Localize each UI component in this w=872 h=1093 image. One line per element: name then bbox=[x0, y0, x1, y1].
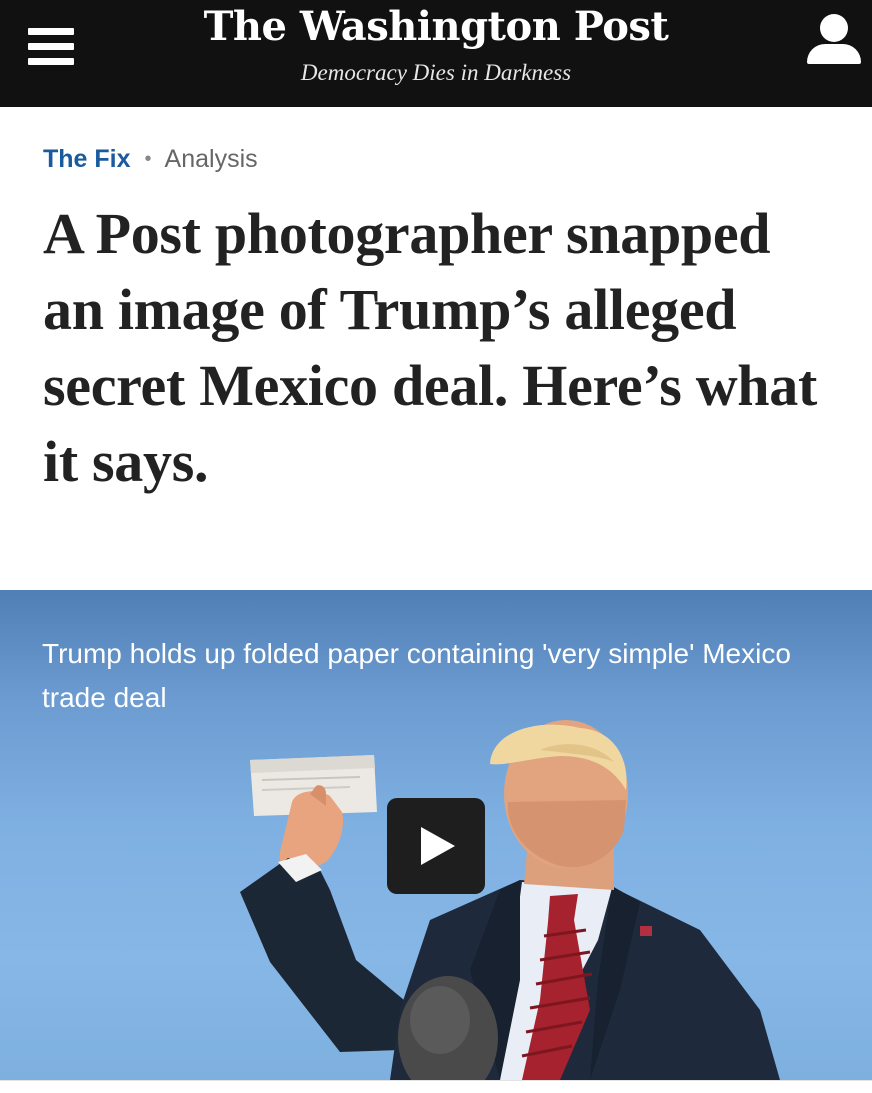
play-icon bbox=[421, 827, 455, 865]
article-kicker: The Fix • Analysis bbox=[43, 143, 258, 175]
section-link[interactable]: The Fix bbox=[43, 145, 131, 174]
article-headline: A Post photographer snapped an image of … bbox=[43, 201, 817, 494]
video-caption: Trump holds up folded paper containing '… bbox=[42, 638, 791, 713]
article-type-label: Analysis bbox=[164, 144, 258, 173]
kicker-separator: • bbox=[144, 147, 152, 170]
user-account-icon[interactable] bbox=[805, 14, 863, 66]
video-player[interactable]: Trump holds up folded paper containing '… bbox=[0, 590, 872, 1080]
play-button[interactable] bbox=[387, 798, 485, 894]
content-divider bbox=[0, 1080, 872, 1093]
lapel-pin bbox=[640, 926, 652, 936]
top-navigation-bar: The Washington Post Democracy Dies in Da… bbox=[0, 0, 872, 107]
site-tagline: Democracy Dies in Darkness bbox=[300, 60, 572, 85]
site-logo[interactable]: The Washington Post bbox=[0, 2, 872, 52]
